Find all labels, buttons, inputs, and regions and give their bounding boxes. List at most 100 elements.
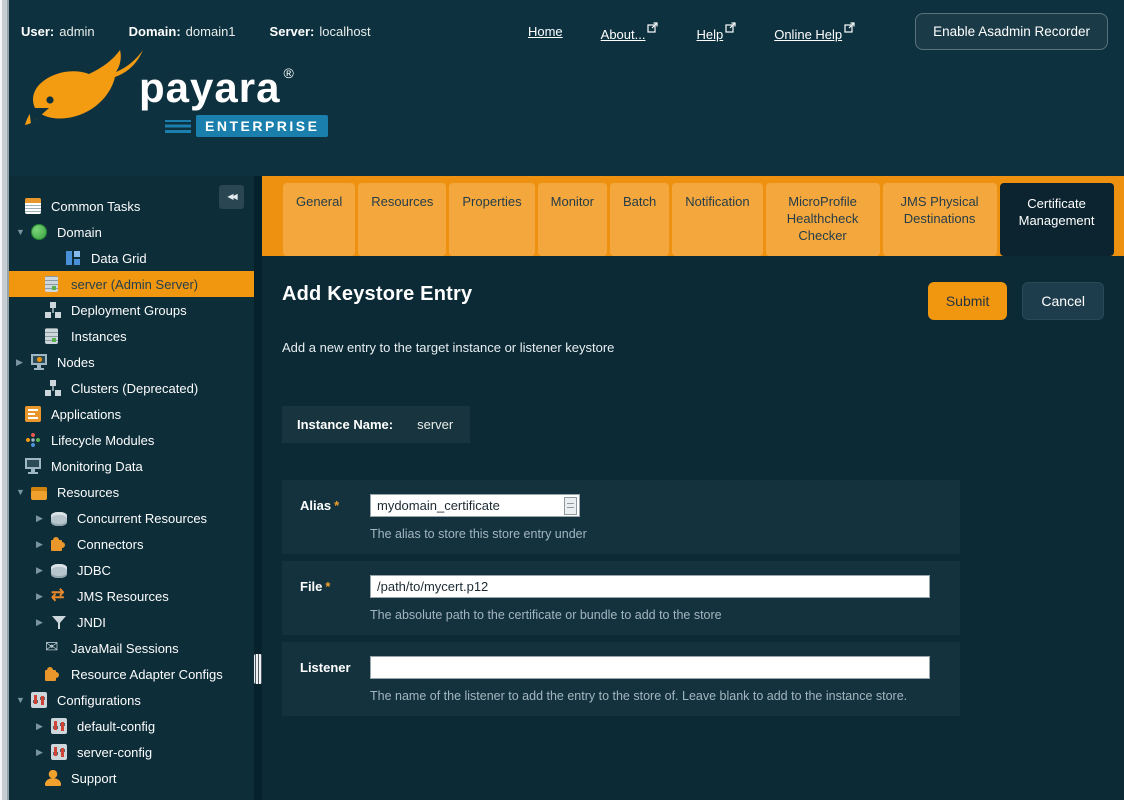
modules-icon [25, 432, 41, 448]
link-online-help[interactable]: Online Help [774, 22, 855, 42]
tab-jms-physical-destinations[interactable]: JMS Physical Destinations [883, 183, 997, 256]
alias-input[interactable] [370, 494, 580, 517]
expander-right-icon[interactable]: ▶ [35, 513, 51, 524]
expander-right-icon[interactable]: ▶ [15, 357, 31, 368]
instance-name-value: server [417, 417, 453, 432]
nodes-icon [31, 354, 47, 370]
expander-down-icon[interactable]: ▼ [15, 227, 31, 237]
sidebar-item-deployment-groups[interactable]: Deployment Groups [9, 297, 254, 323]
link-home[interactable]: Home [528, 24, 563, 39]
puzzle-icon [51, 540, 62, 551]
sidebar-item-lifecycle-modules[interactable]: Lifecycle Modules [9, 427, 254, 453]
link-label: Help [696, 27, 723, 42]
sidebar-collapse-button[interactable]: ◀◀ [219, 185, 244, 209]
sidebar-item-connectors[interactable]: ▶ Connectors [9, 531, 254, 557]
server-label: Server: [270, 24, 315, 39]
expander-right-icon[interactable]: ▶ [35, 721, 51, 732]
tab-monitor[interactable]: Monitor [538, 183, 607, 256]
expander-right-icon[interactable]: ▶ [35, 565, 51, 576]
field-label: Alias [300, 498, 331, 513]
instance-name-label: Instance Name: [297, 417, 393, 432]
sidebar-item-jndi[interactable]: ▶ JNDI [9, 609, 254, 635]
field-label: File [300, 579, 322, 594]
expander-right-icon[interactable]: ▶ [35, 747, 51, 758]
instance-name-box: Instance Name: server [282, 406, 470, 443]
sidebar-item-label: JavaMail Sessions [71, 641, 179, 656]
sidebar-item-nodes[interactable]: ▶Nodes [9, 349, 254, 375]
tab-batch[interactable]: Batch [610, 183, 669, 256]
splitter-grip-icon[interactable] [254, 654, 262, 684]
window-edge-scrollbar[interactable] [0, 0, 9, 800]
server-icon [45, 328, 58, 344]
server-value: localhost [319, 24, 370, 39]
link-label: Home [528, 24, 563, 39]
topbar: User:admin Domain:domain1 Server:localho… [9, 0, 1124, 50]
sidebar-item-resource-adapter-configs[interactable]: Resource Adapter Configs [9, 661, 254, 687]
edition-badge: ENTERPRISE [196, 115, 328, 137]
sidebar-item-common-tasks[interactable]: Common Tasks [9, 193, 254, 219]
cancel-button[interactable]: Cancel [1022, 282, 1104, 320]
link-label: About... [601, 27, 646, 42]
tasks-icon [25, 198, 41, 214]
enable-asadmin-recorder-button[interactable]: Enable Asadmin Recorder [915, 13, 1108, 50]
submit-button[interactable]: Submit [928, 282, 1008, 320]
expander-down-icon[interactable]: ▼ [15, 695, 31, 705]
navigation-sidebar: ◀◀ Common Tasks▼DomainData Gridserver (A… [9, 176, 254, 800]
sidebar-item-label: JNDI [77, 615, 106, 630]
link-help[interactable]: Help [696, 22, 736, 42]
expander-right-icon[interactable]: ▶ [35, 591, 51, 602]
sidebar-item-jdbc[interactable]: ▶JDBC [9, 557, 254, 583]
funnel-icon [51, 614, 67, 630]
sidebar-splitter[interactable] [254, 176, 262, 800]
required-asterisk: * [334, 498, 339, 513]
sidebar-item-label: Deployment Groups [71, 303, 187, 318]
tab-properties[interactable]: Properties [449, 183, 534, 256]
sidebar-item-instances[interactable]: Instances [9, 323, 254, 349]
sidebar-item-concurrent-resources[interactable]: ▶Concurrent Resources [9, 505, 254, 531]
tab-microprofile-healthcheck-checker[interactable]: MicroProfile Healthcheck Checker [766, 183, 880, 256]
brand-name: payara [139, 64, 280, 111]
combobox-button-icon[interactable] [564, 497, 577, 515]
sidebar-item-configurations[interactable]: ▼Configurations [9, 687, 254, 713]
payara-logo: payara® ENTERPRISE [25, 48, 328, 144]
expander-down-icon[interactable]: ▼ [15, 487, 31, 497]
sliders-icon [31, 692, 47, 708]
sidebar-item-jms-resources[interactable]: ▶JMS Resources [9, 583, 254, 609]
expander-right-icon[interactable]: ▶ [35, 617, 51, 628]
expander-right-icon[interactable]: ▶ [35, 539, 51, 550]
sidebar-item-server-admin-server[interactable]: server (Admin Server) [9, 271, 254, 297]
sidebar-item-applications[interactable]: Applications [9, 401, 254, 427]
tab-notification[interactable]: Notification [672, 183, 762, 256]
sidebar-item-server-config[interactable]: ▶server-config [9, 739, 254, 765]
cluster-icon [45, 380, 61, 396]
sidebar-item-label: Applications [51, 407, 121, 422]
topbar-links: Home About... Help Online Help Enable Asadmi… [528, 13, 1108, 50]
sidebar-item-clusters-deprecated[interactable]: Clusters (Deprecated) [9, 375, 254, 401]
listener-input[interactable] [370, 656, 930, 679]
file-input[interactable] [370, 575, 930, 598]
tab-general[interactable]: General [283, 183, 355, 256]
payara-fish-icon [25, 48, 153, 144]
sidebar-item-data-grid[interactable]: Data Grid [9, 245, 254, 271]
sidebar-item-label: Instances [71, 329, 127, 344]
sidebar-item-javamail-sessions[interactable]: JavaMail Sessions [9, 635, 254, 661]
sidebar-item-support[interactable]: Support [9, 765, 254, 791]
sidebar-item-label: Connectors [77, 537, 143, 552]
link-about[interactable]: About... [601, 22, 659, 42]
user-info: User:admin [21, 24, 95, 39]
cluster-icon [45, 302, 61, 318]
sliders-icon [51, 718, 67, 734]
sidebar-item-resources[interactable]: ▼Resources [9, 479, 254, 505]
sidebar-item-domain[interactable]: ▼Domain [9, 219, 254, 245]
tab-certificate-management[interactable]: Certificate Management [1000, 183, 1114, 256]
globe-icon [31, 224, 47, 240]
apps-icon [25, 406, 41, 422]
sidebar-item-monitoring-data[interactable]: Monitoring Data [9, 453, 254, 479]
sidebar-item-default-config[interactable]: ▶default-config [9, 713, 254, 739]
badge-bars-icon [165, 120, 191, 133]
sidebar-item-label: Lifecycle Modules [51, 433, 154, 448]
tab-resources[interactable]: Resources [358, 183, 446, 256]
box-icon [31, 487, 47, 500]
field-row-file: File*The absolute path to the certificat… [282, 561, 960, 635]
field-help-text: The name of the listener to add the entr… [370, 689, 960, 703]
